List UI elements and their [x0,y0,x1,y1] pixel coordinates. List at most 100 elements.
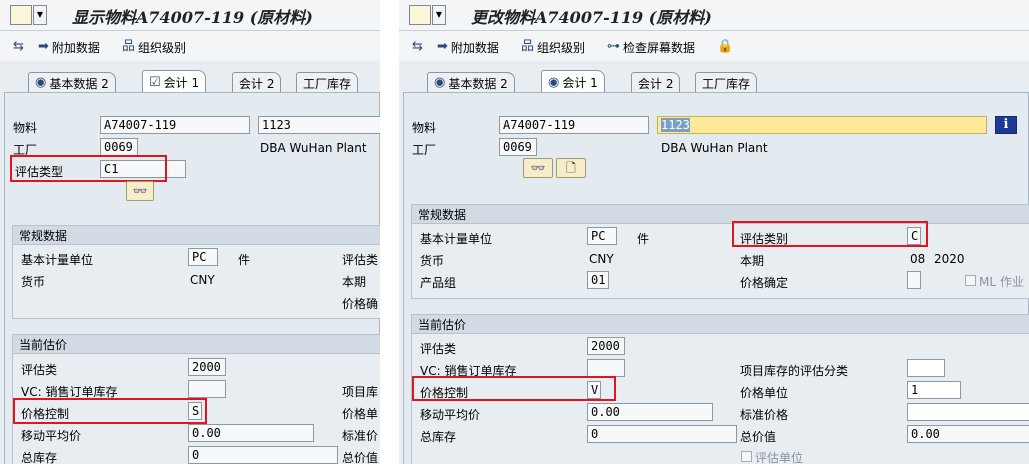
valuation-unit-checkbox[interactable] [741,451,752,462]
standard-price-field[interactable] [907,403,1029,421]
title-bar: ▼ 更改物料A74007-119 (原材料) [399,0,1029,31]
additional-data-label: 附加数据 [450,40,499,55]
currency-label: 货币 [420,254,445,268]
check-screen-data-button[interactable]: ⊶ 检查屏幕数据 [607,38,695,56]
chevron-down-icon[interactable]: ▼ [432,5,446,25]
selected-text: 1123 [661,118,690,132]
price-unit-label: 价格单位 [740,386,789,400]
current-period-label: 本期 [342,275,367,289]
org-levels-button[interactable]: 品 组织级别 [122,38,186,56]
plant-field[interactable]: 0069 [499,138,537,156]
org-levels-label: 组织级别 [537,40,586,55]
org-levels-button[interactable]: 品 组织级别 [521,38,585,56]
tab-label: 基本数据 2 [49,76,109,91]
plant-name: DBA WuHan Plant [661,141,768,155]
org-levels-label: 组织级别 [138,40,187,55]
moving-avg-price-label: 移动平均价 [21,429,82,443]
valuation-class-field[interactable]: 2000 [587,337,625,355]
title-bar: ▼ 显示物料A74007-119 (原材料) [0,0,380,31]
total-value-field[interactable]: 0.00 [907,425,1029,443]
valuation-class-field[interactable]: 2000 [188,358,226,376]
material-label: 物料 [412,121,437,135]
additional-data-button[interactable]: ➡ 附加数据 [437,38,499,56]
base-uom-label: 基本计量单位 [420,232,493,246]
plant-field[interactable]: 0069 [100,138,138,156]
tab-label: 会计 2 [638,76,674,91]
arrow-right-icon: ➡ [437,39,448,54]
base-uom-text: 件 [238,253,251,267]
vc-sales-order-stock-field[interactable] [587,359,625,377]
check-icon: ⊶ [607,39,620,54]
total-stock-field[interactable]: 0 [587,425,737,443]
radio-check-icon: ◉ [548,74,560,90]
total-stock-label: 总库存 [420,430,457,444]
additional-data-button[interactable]: ➡ 附加数据 [38,38,100,56]
group-title: 当前估价 [19,338,68,352]
tab-label: 工厂库存 [303,76,352,91]
display-glasses-button[interactable]: 👓 [523,158,553,178]
lock-button[interactable]: 🔒 [717,38,733,56]
total-value-label: 总价值 [342,451,379,464]
ml-active-checkbox[interactable] [965,275,976,286]
display-glasses-button[interactable]: 👓 [126,181,154,201]
window-title: 更改物料A74007-119 (原材料) [471,8,712,27]
vc-sales-order-stock-field[interactable] [188,380,226,398]
currency-value: CNY [190,273,215,287]
moving-avg-price-field[interactable]: 0.00 [587,403,713,421]
window-title: 显示物料A74007-119 (原材料) [72,8,313,27]
highlight-box [732,221,928,247]
product-group-field[interactable]: 01 [587,271,609,289]
standard-price-label: 标准价格 [740,408,789,422]
org-hierarchy-icon: 品 [521,39,535,54]
tab-accounting-2[interactable]: 会计 2 [631,72,681,93]
group-title: 常规数据 [19,229,68,243]
other-material-button[interactable]: ⇆ [13,38,24,56]
lock-icon: 🔒 [717,39,734,54]
moving-avg-price-field[interactable]: 0.00 [188,424,314,442]
menu-icon[interactable] [409,5,431,25]
glasses-icon: 👓 [132,184,148,198]
arrow-right-icon: ➡ [38,39,49,54]
tab-basic-data-2[interactable]: ◉ 基本数据 2 [427,72,515,93]
project-stock-valuation-label: 项目库存的评估分类 [740,364,849,378]
material-description-field[interactable]: 1123 [258,116,380,134]
other-material-button[interactable]: ⇆ [412,38,423,56]
project-stock-valuation-field[interactable] [907,359,945,377]
create-document-button[interactable]: 🗋 [556,158,586,178]
menu-icon[interactable] [10,5,32,25]
chevron-down-icon[interactable]: ▼ [33,5,47,25]
tab-accounting-1[interactable]: ☑ 会计 1 [142,70,207,94]
total-stock-field[interactable]: 0 [188,446,338,464]
price-unit-field[interactable]: 1 [907,381,961,399]
panel-divider [380,0,399,464]
tab-label: 工厂库存 [702,76,751,91]
valuation-category-label: 评估类 [342,253,379,267]
material-field[interactable]: A74007-119 [499,116,649,134]
material-label: 物料 [13,121,38,135]
info-button[interactable]: i [995,116,1017,134]
tab-basic-data-2[interactable]: ◉ 基本数据 2 [28,72,116,93]
org-hierarchy-icon: 品 [122,39,136,54]
radio-check-icon: ◉ [434,75,446,90]
switch-icon: ⇆ [13,39,24,54]
tab-label: 会计 1 [562,76,598,90]
total-value-label: 总价值 [740,430,777,444]
tab-plant-stock[interactable]: 工厂库存 [695,72,758,93]
tab-accounting-2[interactable]: 会计 2 [232,72,282,93]
group-title: 常规数据 [418,208,467,222]
base-uom-field[interactable]: PC [188,248,218,266]
plant-name: DBA WuHan Plant [260,141,367,155]
glasses-icon: 👓 [530,161,546,175]
tab-accounting-1[interactable]: ◉ 会计 1 [541,70,605,94]
ml-active-label: ML 作业 [979,275,1024,289]
tab-plant-stock[interactable]: 工厂库存 [296,72,359,93]
period-month: 08 [910,252,926,266]
material-field[interactable]: A74007-119 [100,116,250,134]
base-uom-field[interactable]: PC [587,227,617,245]
price-determination-field[interactable] [907,271,921,289]
general-data-group [12,225,380,319]
group-title: 当前估价 [418,318,467,332]
material-description-field[interactable]: 1123 [657,116,987,134]
base-uom-text: 件 [637,232,650,246]
standard-price-label: 标准价 [342,429,379,443]
